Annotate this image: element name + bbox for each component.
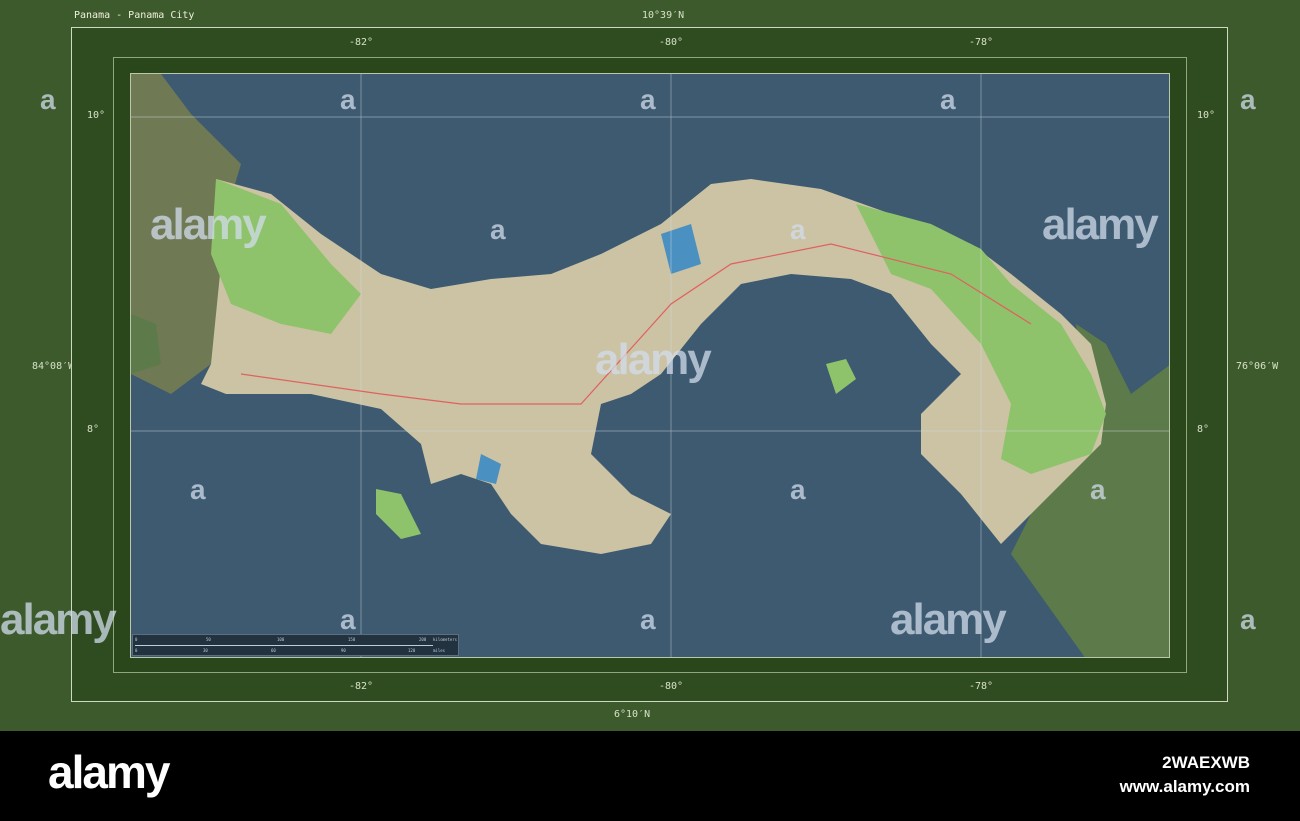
north-bound-label: 10°39′N: [642, 10, 685, 21]
watermark-letter: a: [1090, 474, 1106, 505]
scale-bar: 0 50 100 150 200 kilometers 0 30 60 90 1…: [132, 634, 459, 656]
scale-mi-unit: miles: [433, 648, 446, 653]
scale-mi-tick: 120: [408, 648, 416, 653]
scale-km-tick: 0: [135, 637, 138, 642]
watermark-logo: alamy: [890, 595, 1007, 644]
watermark-letter: a: [340, 84, 356, 115]
lat-tick-right: 10°: [1197, 110, 1216, 121]
watermark-letter: a: [340, 604, 356, 635]
watermark-letter: a: [640, 604, 656, 635]
image-id: 2WAEXWB: [1162, 753, 1250, 772]
scale-mi-tick: 60: [271, 648, 276, 653]
stock-banner: alamy 2WAEXWB www.alamy.com: [0, 731, 1300, 821]
lon-tick-bottom: -78°: [969, 681, 994, 692]
alamy-url: www.alamy.com: [1119, 777, 1250, 796]
watermark-letter: a: [640, 84, 656, 115]
watermark-letter: a: [1240, 84, 1256, 115]
lon-tick-top: -78°: [969, 37, 994, 48]
alamy-logo: alamy: [48, 746, 170, 798]
scale-km-unit: kilometers: [433, 637, 458, 642]
scale-km-tick: 50: [206, 637, 211, 642]
scale-km-tick: 200: [419, 637, 427, 642]
watermark-letter: a: [490, 214, 506, 245]
scale-km-tick: 150: [348, 637, 356, 642]
watermark-letter: a: [1240, 604, 1256, 635]
watermark-logo: alamy: [150, 200, 267, 249]
lat-tick-right: 8°: [1197, 424, 1210, 435]
scale-mi-tick: 30: [203, 648, 208, 653]
lat-tick-left: 8°: [87, 424, 100, 435]
lon-tick-bottom: -80°: [659, 681, 684, 692]
scale-mi-tick: 0: [135, 648, 138, 653]
watermark-letter: a: [40, 84, 56, 115]
lon-tick-bottom: -82°: [349, 681, 374, 692]
east-bound-label: 76°06′W: [1236, 361, 1279, 372]
scale-mi-tick: 90: [341, 648, 346, 653]
watermark-logo: alamy: [595, 335, 712, 384]
south-bound-label: 6°10′N: [614, 709, 651, 720]
watermark-letter: a: [790, 474, 806, 505]
lat-tick-left: 10°: [87, 110, 106, 121]
map-title: Panama - Panama City: [74, 10, 195, 21]
scale-km-tick: 100: [277, 637, 285, 642]
watermark-logo: alamy: [1042, 200, 1159, 249]
lon-tick-top: -82°: [349, 37, 374, 48]
watermark-letter: a: [190, 474, 206, 505]
watermark-letter: a: [790, 214, 806, 245]
watermark-letter: a: [940, 84, 956, 115]
watermark-logo: alamy: [0, 595, 117, 644]
lon-tick-top: -80°: [659, 37, 684, 48]
west-bound-label: 84°08′W: [32, 361, 75, 372]
